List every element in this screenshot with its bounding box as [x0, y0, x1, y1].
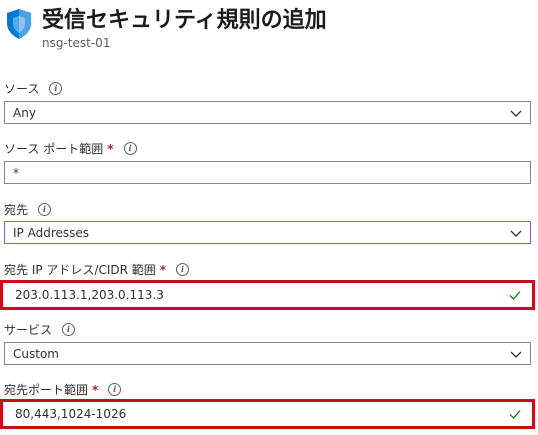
info-icon[interactable]: i: [38, 203, 52, 216]
info-icon[interactable]: i: [108, 383, 122, 396]
shield-icon: [7, 9, 31, 39]
dest-port-label: 宛先ポート範囲 * i: [4, 381, 122, 398]
source-port-value: *: [13, 166, 19, 180]
checkmark-icon: [509, 410, 521, 419]
destination-label: 宛先 i: [4, 201, 52, 218]
highlight-box: 203.0.113.1,203.0.113.3: [0, 280, 535, 310]
destination-value: IP Addresses: [13, 226, 90, 240]
destination-dropdown[interactable]: IP Addresses: [4, 221, 531, 244]
checkmark-icon: [509, 291, 521, 300]
source-port-label-text: ソース ポート範囲: [4, 142, 104, 156]
source-port-input[interactable]: *: [4, 161, 531, 184]
chevron-down-icon: [510, 110, 522, 117]
dest-port-label-text: 宛先ポート範囲: [4, 383, 89, 397]
dest-port-value: 80,443,1024-1026: [15, 407, 127, 421]
source-port-label: ソース ポート範囲 * i: [4, 140, 137, 157]
required-marker: *: [159, 262, 167, 277]
source-label: ソース i: [4, 80, 63, 97]
info-icon[interactable]: i: [123, 142, 137, 155]
page-title: 受信セキュリティ規則の追加: [42, 8, 327, 33]
blade-header: 受信セキュリティ規則の追加 nsg-test-01: [0, 0, 538, 60]
source-label-text: ソース: [4, 82, 40, 96]
info-icon[interactable]: i: [62, 323, 76, 336]
service-label-text: サービス: [4, 323, 53, 337]
dest-ip-input[interactable]: 203.0.113.1,203.0.113.3: [6, 284, 529, 307]
page-subtitle: nsg-test-01: [42, 36, 111, 50]
dest-port-input[interactable]: 80,443,1024-1026: [6, 403, 529, 426]
service-dropdown[interactable]: Custom: [4, 342, 531, 365]
info-icon[interactable]: i: [176, 263, 190, 276]
dest-ip-label: 宛先 IP アドレス/CIDR 範囲 * i: [4, 261, 190, 278]
chevron-down-icon: [510, 230, 522, 237]
source-dropdown[interactable]: Any: [4, 101, 531, 124]
destination-label-text: 宛先: [4, 203, 29, 217]
info-icon[interactable]: i: [49, 82, 63, 95]
highlight-box: 80,443,1024-1026: [0, 399, 535, 429]
dest-ip-value: 203.0.113.1,203.0.113.3: [15, 288, 164, 302]
service-label: サービス i: [4, 321, 76, 338]
required-marker: *: [107, 141, 114, 156]
dest-ip-label-text: 宛先 IP アドレス/CIDR 範囲: [4, 263, 156, 277]
required-marker: *: [92, 382, 99, 397]
chevron-down-icon: [510, 351, 522, 358]
source-value: Any: [13, 106, 36, 120]
service-value: Custom: [13, 347, 59, 361]
